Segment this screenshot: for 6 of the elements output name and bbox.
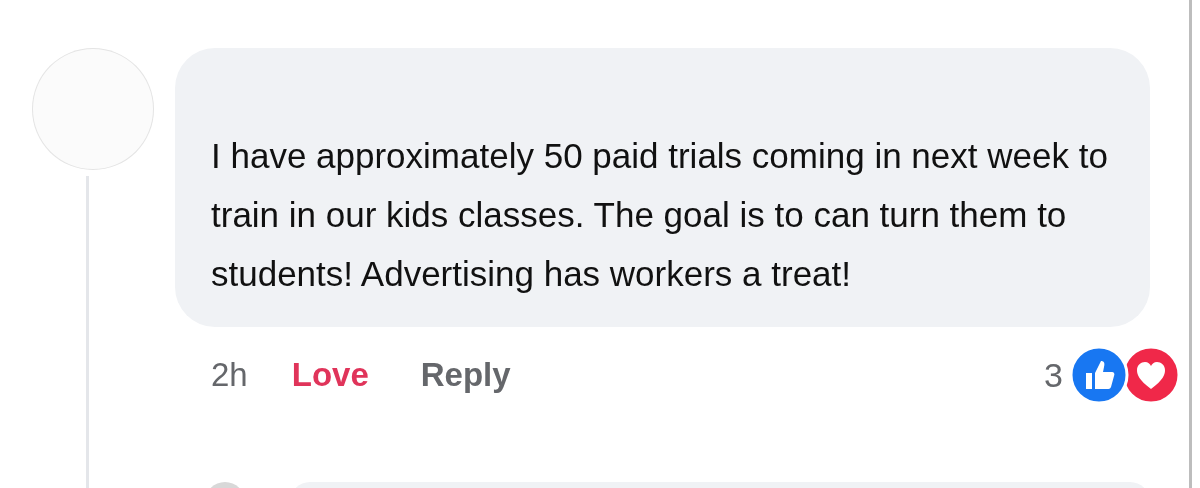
- love-reaction-button[interactable]: Love: [291, 356, 369, 394]
- thumbs-up-icon: [1069, 345, 1129, 405]
- reaction-count: 3: [1044, 355, 1063, 395]
- timestamp: 2h: [211, 356, 248, 394]
- reply-button[interactable]: Reply: [420, 356, 511, 394]
- comment-text: I have approximately 50 paid trials coming in next week to train in our kids classes. The goal is to can turn them to students! Advertising has workers a treat!: [211, 135, 1109, 295]
